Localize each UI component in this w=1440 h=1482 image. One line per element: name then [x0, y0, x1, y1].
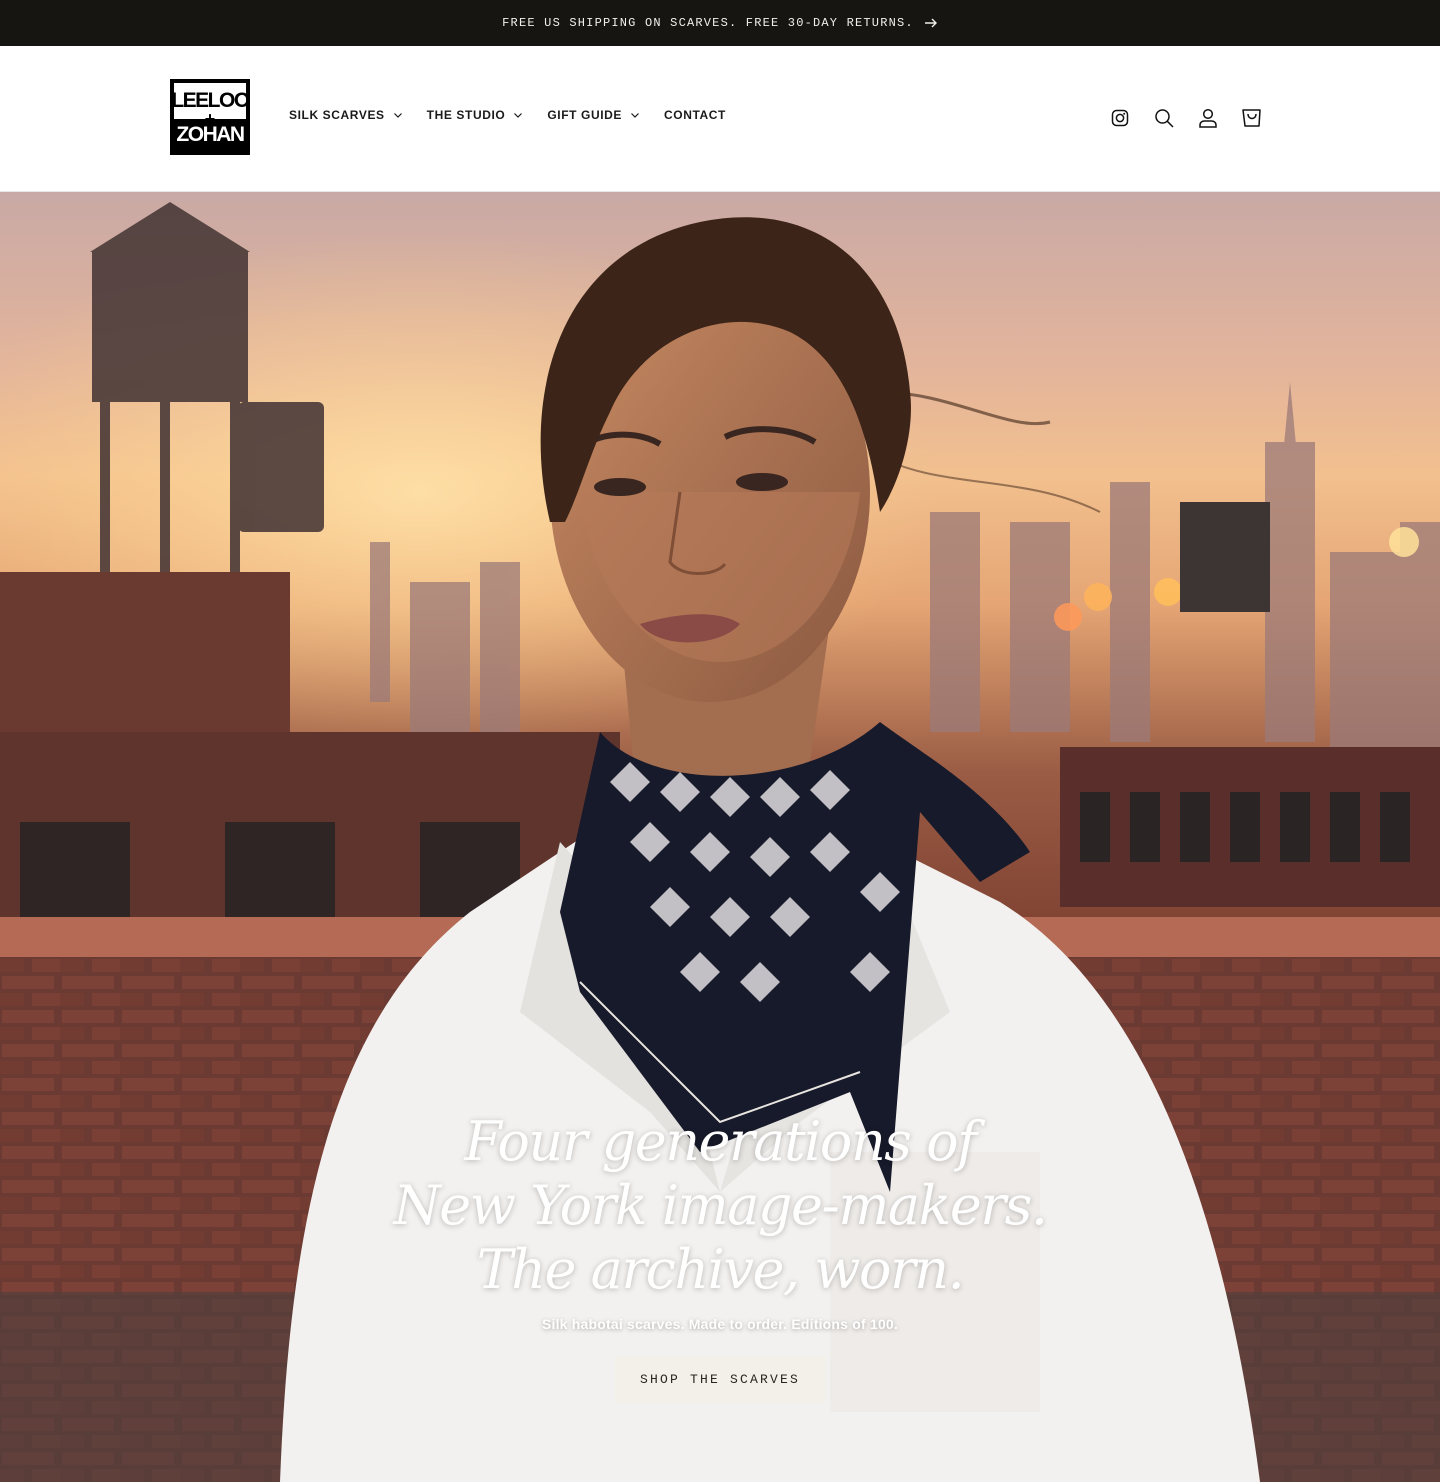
- nav-item-label: THE STUDIO: [426, 108, 506, 122]
- chevron-down-icon: [630, 110, 640, 120]
- hero-headline-line1: Four generations of: [464, 1110, 977, 1173]
- cart-icon[interactable]: [1230, 104, 1274, 132]
- nav-item-gift-guide[interactable]: GIFT GUIDE: [547, 108, 640, 122]
- logo-plus: +: [204, 109, 216, 129]
- nav-item-label: GIFT GUIDE: [547, 108, 623, 122]
- hero-subline: Silk habotai scarves. Made to order. Edi…: [541, 1316, 899, 1332]
- announcement-text: FREE US SHIPPING ON SCARVES. FREE 30-DAY…: [502, 16, 914, 30]
- account-icon[interactable]: [1186, 104, 1230, 132]
- shop-the-scarves-button[interactable]: SHOP THE SCARVES: [614, 1356, 826, 1403]
- site-header: LEELOO + ZOHAN SILK SCARVES THE STUDIO G…: [0, 46, 1440, 192]
- chevron-down-icon: [513, 110, 523, 120]
- hero-headline-line3: The archive, worn.: [476, 1238, 965, 1301]
- hero-copy: Four generations of New York image-maker…: [0, 1110, 1440, 1403]
- main-nav: SILK SCARVES THE STUDIO GIFT GUIDE CONTA…: [289, 108, 750, 122]
- header-icons: [1098, 104, 1274, 132]
- instagram-icon[interactable]: [1098, 104, 1142, 132]
- announcement-bar[interactable]: FREE US SHIPPING ON SCARVES. FREE 30-DAY…: [0, 0, 1440, 46]
- nav-item-silk-scarves[interactable]: SILK SCARVES: [289, 108, 403, 122]
- nav-item-the-studio[interactable]: THE STUDIO: [427, 108, 524, 122]
- arrow-right-icon: [924, 16, 938, 30]
- search-icon[interactable]: [1142, 104, 1186, 132]
- nav-item-label: SILK SCARVES: [289, 108, 385, 122]
- hero-banner: Four generations of New York image-maker…: [0, 192, 1440, 1482]
- nav-item-contact[interactable]: CONTACT: [664, 108, 726, 122]
- nav-item-label: CONTACT: [664, 108, 726, 122]
- chevron-down-icon: [393, 110, 403, 120]
- hero-headline-line2: New York image-makers.: [393, 1174, 1048, 1237]
- hero-headline: Four generations of New York image-maker…: [0, 1110, 1440, 1302]
- brand-logo[interactable]: LEELOO + ZOHAN: [170, 79, 250, 155]
